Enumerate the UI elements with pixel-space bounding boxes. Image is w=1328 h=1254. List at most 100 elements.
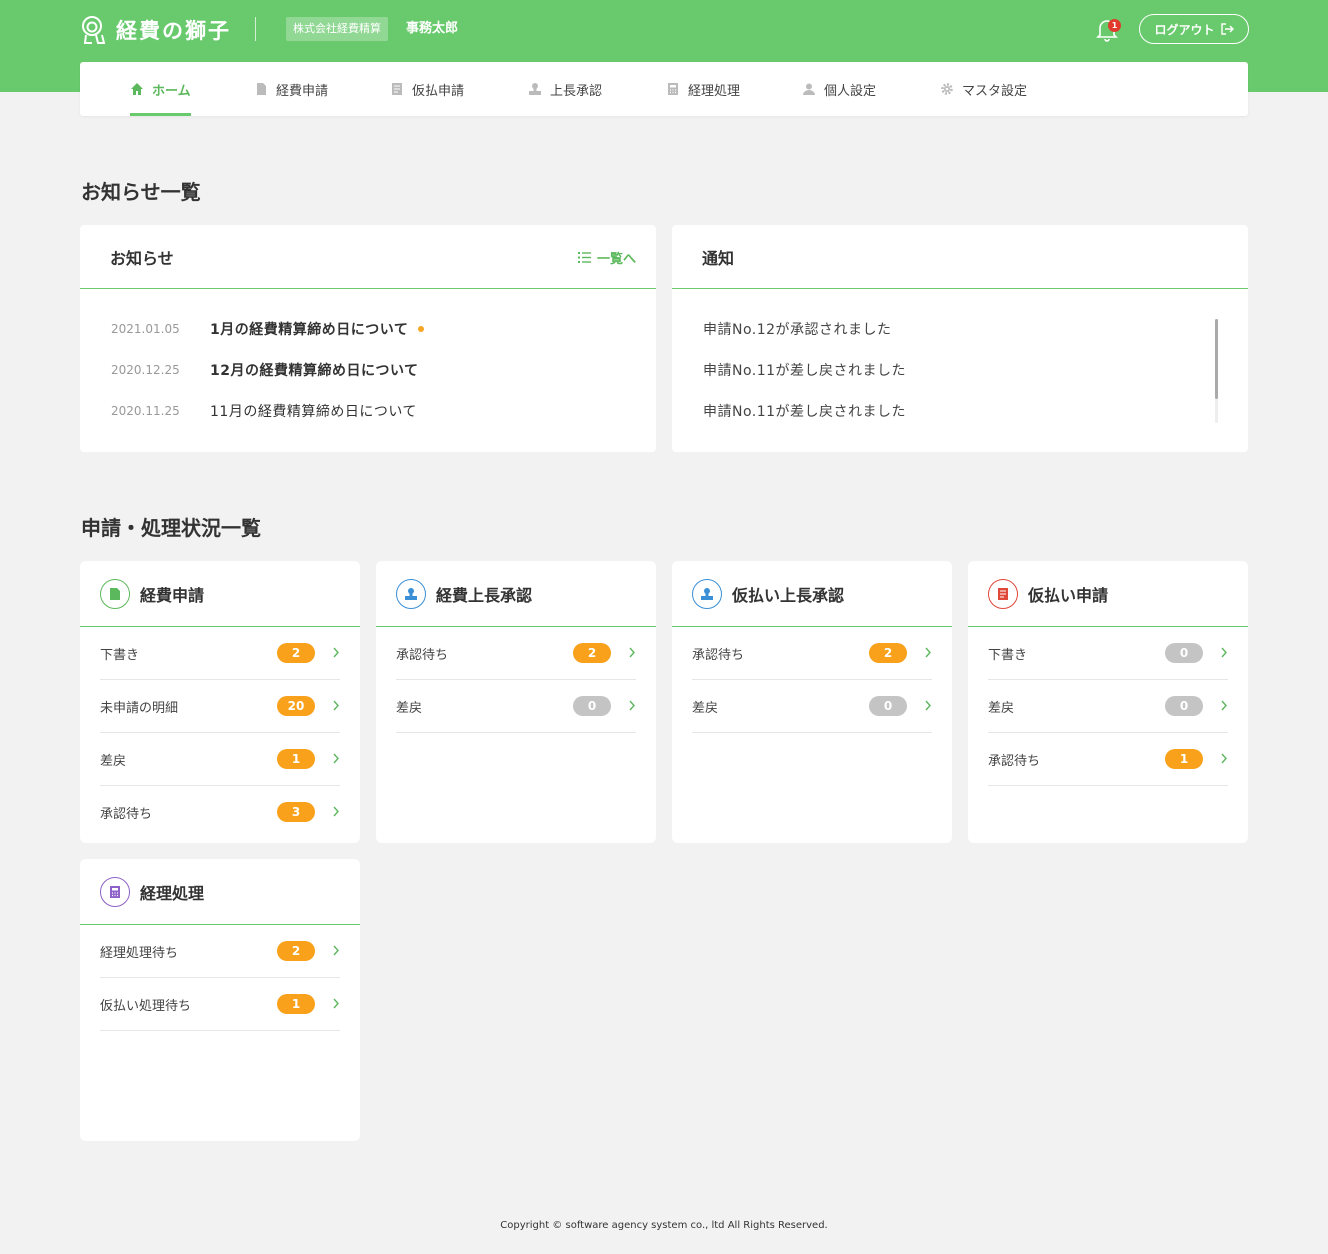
nav-item-master-settings[interactable]: マスタ設定 [940, 62, 1027, 116]
document-icon [110, 587, 120, 600]
news-list-link[interactable]: 一覧へ [577, 225, 636, 289]
count-badge: 2 [277, 941, 315, 961]
news-date: 2020.12.25 [111, 363, 180, 377]
notification-item[interactable]: 申請No.11が差し戻されました [703, 401, 906, 421]
card-title: 仮払い上長承認 [732, 585, 845, 605]
card-icon-badge [100, 876, 130, 907]
status-card-advance-manager-approval: 仮払い上長承認 承認待ち 2 差戻 0 [672, 561, 952, 843]
status-card-accounting: 経理処理 経理処理待ち 2 仮払い処理待ち 1 [80, 859, 360, 1141]
chevron-right-icon [333, 998, 339, 1009]
news-title: 11月の経費精算締め日について [210, 404, 417, 420]
notification-count-badge: 1 [1108, 19, 1121, 32]
status-row[interactable]: 承認待ち 1 [988, 733, 1228, 786]
status-row[interactable]: 経理処理待ち 2 [100, 925, 340, 978]
status-row[interactable]: 承認待ち 2 [692, 627, 932, 680]
chevron-right-icon [1221, 700, 1227, 711]
nav-item-label: 経費申請 [276, 83, 329, 99]
main-nav: ホーム 経費申請 仮払申請 上長承認 経理処理 個人設定 マスタ設定 [80, 62, 1248, 116]
new-indicator-dot [418, 326, 425, 332]
nav-item-advance-application[interactable]: 仮払申請 [390, 62, 464, 116]
chevron-right-icon [333, 700, 339, 711]
chevron-right-icon [925, 647, 931, 658]
status-row-label: 仮払い処理待ち [100, 998, 192, 1014]
stamp-icon [529, 83, 541, 95]
card-icon-badge [396, 578, 426, 609]
status-row[interactable]: 仮払い処理待ち 1 [100, 978, 340, 1031]
status-row[interactable]: 下書き 0 [988, 627, 1228, 680]
status-row[interactable]: 承認待ち 3 [100, 786, 340, 839]
card-icon-badge [692, 578, 722, 609]
count-badge: 0 [1165, 643, 1203, 663]
logout-icon [1220, 23, 1234, 35]
nav-item-expense-application[interactable]: 経費申請 [254, 62, 328, 116]
status-row[interactable]: 承認待ち 2 [396, 627, 636, 680]
count-badge: 0 [869, 696, 907, 716]
status-row[interactable]: 差戻 0 [396, 680, 636, 733]
chevron-right-icon [333, 806, 339, 817]
user-name: 事務太郎 [406, 21, 459, 36]
notification-item[interactable]: 申請No.11が差し戻されました [703, 360, 906, 380]
stamp-icon [701, 587, 713, 600]
nav-item-label: マスタ設定 [962, 83, 1028, 99]
nav-item-label: 仮払申請 [412, 83, 465, 99]
chevron-right-icon [925, 700, 931, 711]
news-title: 1月の経費精算締め日について [210, 322, 409, 338]
person-icon [803, 83, 815, 95]
status-row-label: 差戻 [396, 700, 423, 716]
receipt-icon [998, 587, 1008, 600]
status-row-label: 承認待ち [692, 647, 745, 663]
company-badge: 株式会社経費精算 [286, 17, 388, 41]
status-row[interactable]: 差戻 0 [692, 680, 932, 733]
notifications-panel-header: 通知 [672, 225, 1248, 289]
gear-icon [941, 83, 953, 95]
count-badge: 0 [1165, 696, 1203, 716]
stamp-icon [405, 587, 417, 600]
footer-copyright: Copyright © software agency system co., … [500, 1220, 828, 1231]
status-row-label: 差戻 [988, 700, 1015, 716]
card-header: 仮払い上長承認 [672, 561, 952, 627]
news-item[interactable]: 2021.01.05 1月の経費精算締め日について [111, 319, 425, 339]
card-title: 仮払い申請 [1028, 585, 1109, 605]
status-row-label: 承認待ち [396, 647, 449, 663]
count-badge: 1 [1165, 749, 1203, 769]
nav-item-label: 個人設定 [824, 83, 877, 99]
chevron-right-icon [1221, 647, 1227, 658]
count-badge: 1 [277, 994, 315, 1014]
news-list-link-label: 一覧へ [596, 251, 636, 267]
news-panel-title: お知らせ [110, 248, 174, 268]
chevron-right-icon [629, 647, 635, 658]
app-logo-text: 経費の獅子 [116, 19, 231, 43]
chevron-right-icon [1221, 753, 1227, 764]
app-logo[interactable]: 経費の獅子 [80, 14, 231, 46]
card-icon-badge [100, 578, 130, 609]
status-row[interactable]: 差戻 1 [100, 733, 340, 786]
status-row[interactable]: 未申請の明細 20 [100, 680, 340, 733]
news-item[interactable]: 2020.11.25 11月の経費精算締め日について [111, 401, 417, 421]
status-row-label: 経理処理待ち [100, 945, 179, 961]
calculator-icon [668, 83, 678, 95]
lion-logo-icon [82, 16, 106, 44]
logout-button[interactable]: ログアウト [1139, 14, 1249, 44]
header-divider [255, 17, 256, 41]
nav-item-label: 上長承認 [550, 83, 603, 99]
chevron-right-icon [629, 700, 635, 711]
status-row[interactable]: 下書き 2 [100, 627, 340, 680]
status-row-label: 未申請の明細 [100, 700, 179, 716]
status-row-label: 差戻 [100, 753, 127, 769]
logout-label: ログアウト [1154, 22, 1215, 37]
chevron-right-icon [333, 945, 339, 956]
status-row-label: 下書き [100, 647, 140, 663]
status-row[interactable]: 差戻 0 [988, 680, 1228, 733]
document-icon [257, 83, 266, 95]
notifications-panel: 通知 申請No.12が承認されました 申請No.11が差し戻されました 申請No… [672, 225, 1248, 452]
card-header: 経費上長承認 [376, 561, 656, 627]
nav-item-manager-approval[interactable]: 上長承認 [528, 62, 602, 116]
scrollbar-thumb[interactable] [1215, 319, 1218, 399]
news-item[interactable]: 2020.12.25 12月の経費精算締め日について [111, 360, 419, 380]
nav-item-home[interactable]: ホーム [130, 62, 191, 116]
notification-item[interactable]: 申請No.12が承認されました [703, 319, 892, 339]
nav-item-personal-settings[interactable]: 個人設定 [802, 62, 876, 116]
count-badge: 1 [277, 749, 315, 769]
nav-item-accounting[interactable]: 経理処理 [666, 62, 740, 116]
notifications-scrollbar[interactable] [1215, 319, 1218, 423]
